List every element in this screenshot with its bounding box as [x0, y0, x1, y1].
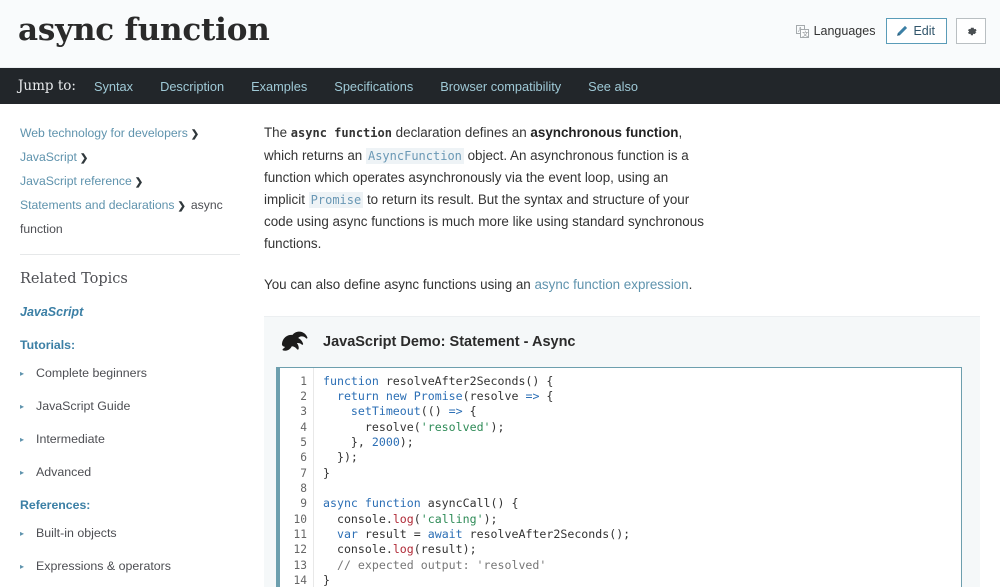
line-number: 11 [293, 527, 307, 541]
sidebar-divider [20, 254, 240, 255]
para2-seg1: You can also define async functions usin… [264, 277, 535, 292]
demo-header: JavaScript Demo: Statement - Async [264, 329, 980, 367]
sidebar-item-javascript-guide[interactable]: ▸ JavaScript Guide [20, 399, 246, 414]
breadcrumb-row: JavaScript reference ❯ [20, 170, 246, 194]
line-number: 12 [293, 543, 307, 557]
line-number: 10 [293, 512, 307, 526]
sidebar-item-label: Advanced [36, 465, 92, 479]
jump-link-browser-compatibility[interactable]: Browser compatibility [440, 79, 561, 94]
triangle-right-icon: ▸ [20, 369, 25, 378]
breadcrumb-statements-and-declarations[interactable]: Statements and declarations [20, 198, 174, 212]
code-editor[interactable]: 1 2 3 4 5 6 7 8 9 10 11 12 13 14 15 16 1 [276, 366, 962, 587]
page-title: async function [18, 12, 270, 48]
page-header: async function A 文 Languages Edit [0, 0, 1000, 68]
settings-button[interactable] [956, 18, 986, 44]
tutorials-heading: Tutorials: [20, 338, 76, 352]
line-number: 1 [300, 374, 307, 388]
breadcrumb-javascript[interactable]: JavaScript [20, 150, 77, 164]
line-number: 7 [300, 466, 307, 480]
triangle-right-icon: ▸ [20, 562, 25, 571]
line-number: 9 [300, 497, 307, 511]
line-number-gutter: 1 2 3 4 5 6 7 8 9 10 11 12 13 14 15 16 1 [280, 367, 314, 587]
sidebar-item-intermediate[interactable]: ▸ Intermediate [20, 432, 246, 447]
sidebar-item-label: Complete beginners [36, 366, 147, 380]
para1-bold-asynchronous-function: asynchronous function [530, 125, 679, 140]
demo-title: JavaScript Demo: Statement - Async [323, 333, 576, 350]
chevron-right-icon: ❯ [79, 153, 89, 164]
para1-seg2: declaration defines an [391, 125, 531, 140]
main-content: The async function declaration defines a… [262, 104, 1000, 587]
breadcrumb-row: Statements and declarations ❯ async functi… [20, 194, 246, 240]
jump-to-label: Jump to: [18, 78, 76, 94]
jump-link-see-also[interactable]: See also [588, 79, 638, 94]
sidebar-item-built-in-objects[interactable]: ▸ Built-in objects [20, 526, 246, 541]
jump-link-examples[interactable]: Examples [251, 79, 307, 94]
globe-translate-icon: A 文 [795, 24, 809, 38]
line-number: 4 [300, 420, 307, 434]
header-actions: A 文 Languages Edit [794, 18, 986, 44]
line-number: 13 [293, 558, 307, 572]
jump-link-description[interactable]: Description [160, 79, 224, 94]
languages-button[interactable]: A 文 Languages [794, 21, 878, 41]
related-topic-javascript[interactable]: JavaScript [20, 305, 246, 319]
sidebar-item-label: Built-in objects [36, 526, 117, 540]
languages-label: Languages [813, 24, 876, 38]
sidebar-item-label: Expressions & operators [36, 559, 171, 573]
interactive-demo-panel: JavaScript Demo: Statement - Async 1 2 3… [264, 315, 980, 587]
breadcrumb: Web technology for developers ❯JavaScript… [20, 122, 246, 240]
pencil-icon [896, 25, 908, 37]
inline-code-async-function: async function [290, 126, 392, 140]
triangle-right-icon: ▸ [20, 402, 25, 411]
sidebar-item-advanced[interactable]: ▸ Advanced [20, 465, 246, 480]
link-async-function-expression[interactable]: async function expression [534, 277, 688, 292]
description-paragraph-1: The async function declaration defines a… [264, 122, 704, 254]
jump-link-specifications[interactable]: Specifications [334, 79, 413, 94]
line-number: 6 [300, 451, 307, 465]
line-number: 2 [300, 389, 307, 403]
line-number: 5 [300, 435, 307, 449]
jump-to-bar: Jump to: Syntax Description Examples Spe… [0, 68, 1000, 104]
inline-code-link-asyncfunction[interactable]: AsyncFunction [365, 147, 464, 164]
triangle-right-icon: ▸ [20, 529, 25, 538]
gear-icon [965, 25, 978, 38]
line-number: 8 [300, 481, 307, 495]
mozilla-dino-icon [280, 329, 310, 355]
svg-text:文: 文 [802, 29, 809, 38]
chevron-right-icon: ❯ [134, 177, 144, 188]
para2-seg2: . [688, 277, 693, 292]
sidebar: Web technology for developers ❯JavaScript… [0, 104, 262, 587]
line-number: 3 [300, 405, 307, 419]
description-paragraph-2: You can also define async functions usin… [264, 274, 704, 296]
breadcrumb-javascript-reference[interactable]: JavaScript reference [20, 174, 132, 188]
sidebar-item-complete-beginners[interactable]: ▸ Complete beginners [20, 366, 246, 381]
breadcrumb-row: Web technology for developers ❯JavaScript… [20, 122, 246, 170]
jump-link-syntax[interactable]: Syntax [94, 79, 133, 94]
edit-button[interactable]: Edit [886, 18, 947, 44]
edit-label: Edit [913, 24, 935, 38]
breadcrumb-web-technology[interactable]: Web technology for developers [20, 126, 188, 140]
references-heading: References: [20, 498, 91, 512]
para1-seg1: The [264, 125, 291, 140]
triangle-right-icon: ▸ [20, 468, 25, 477]
chevron-right-icon: ❯ [190, 129, 200, 140]
sidebar-item-label: Intermediate [36, 432, 105, 446]
inline-code-link-promise[interactable]: Promise [308, 191, 364, 208]
line-number: 14 [293, 573, 307, 587]
code-text-area[interactable]: function resolveAfter2Seconds() { return… [314, 368, 961, 587]
related-topics-heading: Related Topics [20, 271, 128, 287]
triangle-right-icon: ▸ [20, 435, 25, 444]
sidebar-item-expressions-operators[interactable]: ▸ Expressions & operators [20, 559, 246, 574]
sidebar-item-label: JavaScript Guide [36, 399, 131, 413]
body-wrapper: Web technology for developers ❯JavaScript… [0, 104, 1000, 587]
chevron-right-icon: ❯ [177, 201, 186, 212]
